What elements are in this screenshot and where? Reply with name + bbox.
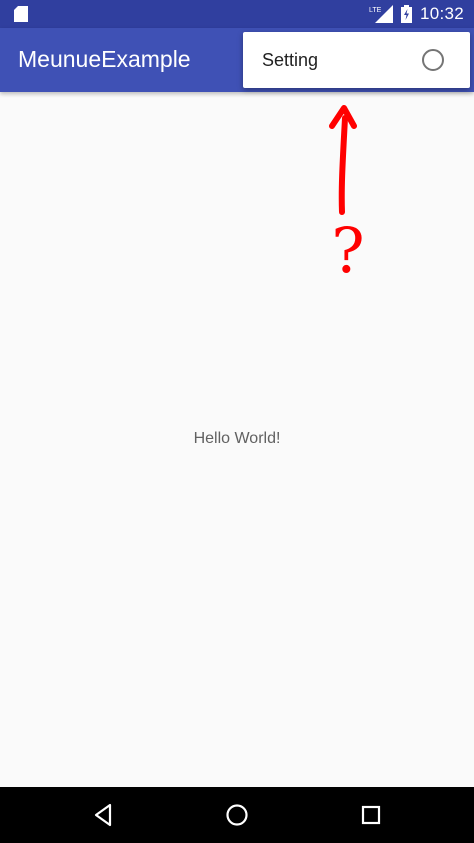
status-bar: LTE 10:32 bbox=[0, 0, 474, 28]
overflow-menu: Setting bbox=[243, 32, 470, 88]
home-icon[interactable] bbox=[223, 801, 251, 829]
battery-charging-icon bbox=[400, 5, 412, 23]
recents-icon[interactable] bbox=[357, 801, 385, 829]
status-clock: 10:32 bbox=[419, 4, 464, 23]
back-icon[interactable] bbox=[90, 801, 118, 829]
question-mark-annotation: ? bbox=[331, 214, 364, 287]
arrow-shaft bbox=[338, 115, 348, 215]
app-title: MeunueExample bbox=[18, 46, 191, 72]
lte-signal-icon: LTE bbox=[369, 5, 393, 23]
menu-item-label: Setting bbox=[262, 50, 319, 70]
menu-item-setting[interactable]: Setting bbox=[243, 32, 470, 88]
main-content: Hello World! bbox=[0, 92, 474, 787]
navigation-bar bbox=[0, 787, 474, 843]
sd-card-icon bbox=[14, 6, 28, 22]
red-arrow-annotation: ? bbox=[329, 105, 365, 287]
network-label: LTE bbox=[369, 7, 382, 14]
radio-button-unchecked-icon[interactable] bbox=[421, 48, 445, 72]
hello-world-text: Hello World! bbox=[193, 430, 281, 447]
